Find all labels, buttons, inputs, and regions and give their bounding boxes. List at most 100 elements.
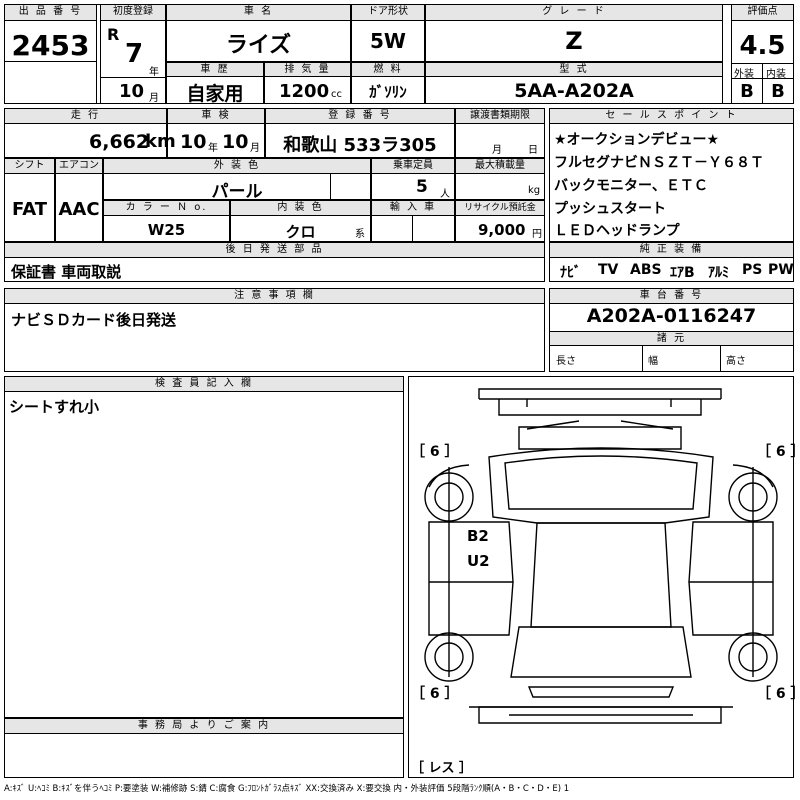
history-label: 車 歴: [167, 63, 263, 77]
recycle-cell: リサイクル預託金 9,000 円: [455, 200, 545, 242]
equipment-cell: 純 正 装 備 ﾅﾋﾞ TV ABS ｴｱB ｱﾙﾐ PS PW: [549, 242, 794, 282]
model-label: 型 式: [426, 63, 722, 77]
plate-value: 和歌山 533ラ305: [283, 135, 437, 156]
car-diagram: ［ 6 ］ ［ 6 ］ ［ 6 ］ ［ 6 ］ B2 U2 ［ レス ］: [408, 376, 800, 778]
displacement-value: 1200: [279, 81, 330, 102]
lot-cell: 出 品 番 号 2453: [4, 4, 97, 104]
inspector-cell: 検 査 員 記 入 欄 シートすれ小: [4, 376, 404, 718]
first-reg-label: 初度登録: [101, 5, 165, 21]
chassis-number: A202A-0116247: [586, 305, 757, 327]
later-items-label: 後 日 発 送 部 品: [5, 243, 544, 258]
capacity-value: 5: [416, 177, 428, 197]
inspection-month: 10: [222, 131, 249, 153]
fuel-label: 燃 料: [352, 63, 424, 77]
ext-score: B: [740, 81, 754, 102]
equipment-item: ﾅﾋﾞ: [560, 265, 581, 281]
int-color-value: クロ: [285, 223, 316, 241]
sales-points-cell: セ ー ル ス ポ イ ン ト ★オークションデビュー★ フルセグナビＮＳＺＴ－…: [549, 108, 794, 242]
model-cell: 型 式 5AA-A202A: [425, 62, 723, 104]
transfer-day-unit: 日: [528, 145, 538, 156]
color-no-value: W25: [147, 221, 186, 239]
equipment-item: PW: [768, 262, 794, 278]
score-value: 4.5: [739, 31, 786, 61]
transfer-doc-label: 譲渡書類期限: [456, 109, 544, 124]
max-load-label: 最大積載量: [456, 159, 544, 174]
shift-label: シフト: [5, 159, 54, 174]
legend: A:ｷｽﾞ U:ﾍｺﾐ B:ｷｽﾞを伴うﾍｺﾐ P:要塗装 W:補修跡 S:錆 …: [4, 784, 570, 794]
first-reg-era: R: [107, 25, 120, 44]
sales-point-line: ＬＥＤヘッドランプ: [554, 223, 680, 239]
first-reg-year-unit: 年: [149, 67, 159, 78]
notes-cell: 注 意 事 項 欄 ナビＳＤカード後日発送: [4, 288, 545, 372]
recycle-unit: 円: [532, 229, 542, 240]
inspection-cell: 車 検 10 年 10 月: [167, 108, 265, 158]
int-color-cell: 内 装 色 クロ 系: [230, 200, 371, 242]
inspection-month-unit: 月: [250, 143, 260, 154]
color-no-cell: カ ラ ー Ｎ o. W25: [103, 200, 230, 242]
sales-point-line: バックモニター、ＥＴＣ: [554, 178, 708, 194]
history-value: 自家用: [186, 83, 244, 105]
transfer-month-unit: 月: [492, 145, 502, 156]
import-label: 輸 入 車: [372, 201, 454, 216]
equipment-label: 純 正 装 備: [550, 243, 793, 258]
dims-label: 諸 元: [550, 331, 793, 346]
int-color-unit: 系: [355, 229, 365, 240]
grade-label: グ レ ー ド: [426, 5, 722, 21]
door-label: ドア形状: [352, 5, 424, 21]
fuel-cell: 燃 料 ｶﾞｿﾘﾝ: [351, 62, 425, 104]
inspector-label: 検 査 員 記 入 欄: [5, 377, 403, 392]
first-reg-month: 10: [119, 81, 145, 102]
sales-points-label: セ ー ル ス ポ イ ン ト: [550, 109, 793, 124]
shift-value: FAT: [11, 199, 48, 220]
score-label: 評価点: [732, 5, 793, 21]
capacity-cell: 乗車定員 5 人: [371, 158, 455, 200]
mileage-cell: 走 行 6,662 km: [4, 108, 176, 158]
equipment-item: PS: [742, 262, 763, 278]
length-label: 長さ: [556, 356, 576, 367]
max-load-cell: 最大積載量 kg: [455, 158, 545, 200]
grade-value: Z: [565, 27, 583, 55]
ext-color-cell: 外 装 色 パール: [103, 158, 371, 202]
transfer-doc-cell: 譲渡書類期限 月 日: [455, 108, 545, 158]
aircon-label: エアコン: [56, 159, 102, 174]
mileage-label: 走 行: [5, 109, 166, 124]
height-label: 高さ: [726, 356, 746, 367]
chassis-cell: 車 台 番 号 A202A-0116247 諸 元 長さ 幅 高さ: [549, 288, 794, 372]
first-reg-cell: 初度登録 R 7 年 10 月: [100, 4, 166, 104]
plate-cell: 登 録 番 号 和歌山 533ラ305: [265, 108, 455, 158]
recycle-value: 9,000: [478, 221, 526, 239]
fuel-value: ｶﾞｿﾘﾝ: [369, 83, 407, 101]
capacity-label: 乗車定員: [372, 159, 454, 174]
notes-value: ナビＳＤカード後日発送: [11, 311, 177, 329]
later-items-value: 保証書 車両取説: [11, 263, 122, 281]
lot-label: 出 品 番 号: [5, 5, 96, 21]
aircon-cell: エアコン AAC: [55, 158, 103, 242]
plate-label: 登 録 番 号: [266, 109, 454, 124]
door-type: 5W: [370, 29, 406, 53]
notes-label: 注 意 事 項 欄: [5, 289, 544, 304]
car-outline: [424, 388, 778, 724]
inspector-note: シートすれ小: [9, 398, 100, 416]
displacement-label: 排 気 量: [265, 63, 350, 77]
car-name-label: 車 名: [167, 5, 350, 21]
car-name: ライズ: [225, 33, 292, 58]
max-load-unit: kg: [528, 185, 541, 196]
panel-mark-front-left: ［ 6 ］: [411, 444, 459, 460]
model-value: 5AA-A202A: [514, 80, 634, 102]
ext-color-label: 外 装 色: [104, 159, 370, 174]
mileage-value: 6,662: [89, 131, 150, 153]
capacity-unit: 人: [440, 189, 450, 200]
damage-mark-b2: B2: [467, 527, 489, 545]
office-label: 事 務 局 よ り ご 案 内: [5, 719, 403, 734]
score-cell: 評価点 4.5 外装 内装 B B: [731, 4, 794, 104]
shift-cell: シフト FAT: [4, 158, 55, 242]
sales-point-line: ★オークションデビュー★: [554, 132, 720, 148]
later-items-cell: 後 日 発 送 部 品 保証書 車両取説: [4, 242, 545, 282]
chassis-label: 車 台 番 号: [550, 289, 793, 304]
recycle-label: リサイクル預託金: [456, 201, 544, 216]
aircon-value: AAC: [58, 199, 100, 220]
import-cell: 輸 入 車: [371, 200, 455, 242]
sales-point-line: プッシュスタート: [554, 201, 666, 217]
history-cell: 車 歴 自家用: [166, 62, 264, 105]
panel-mark-rear-left: ［ 6 ］: [411, 686, 459, 702]
